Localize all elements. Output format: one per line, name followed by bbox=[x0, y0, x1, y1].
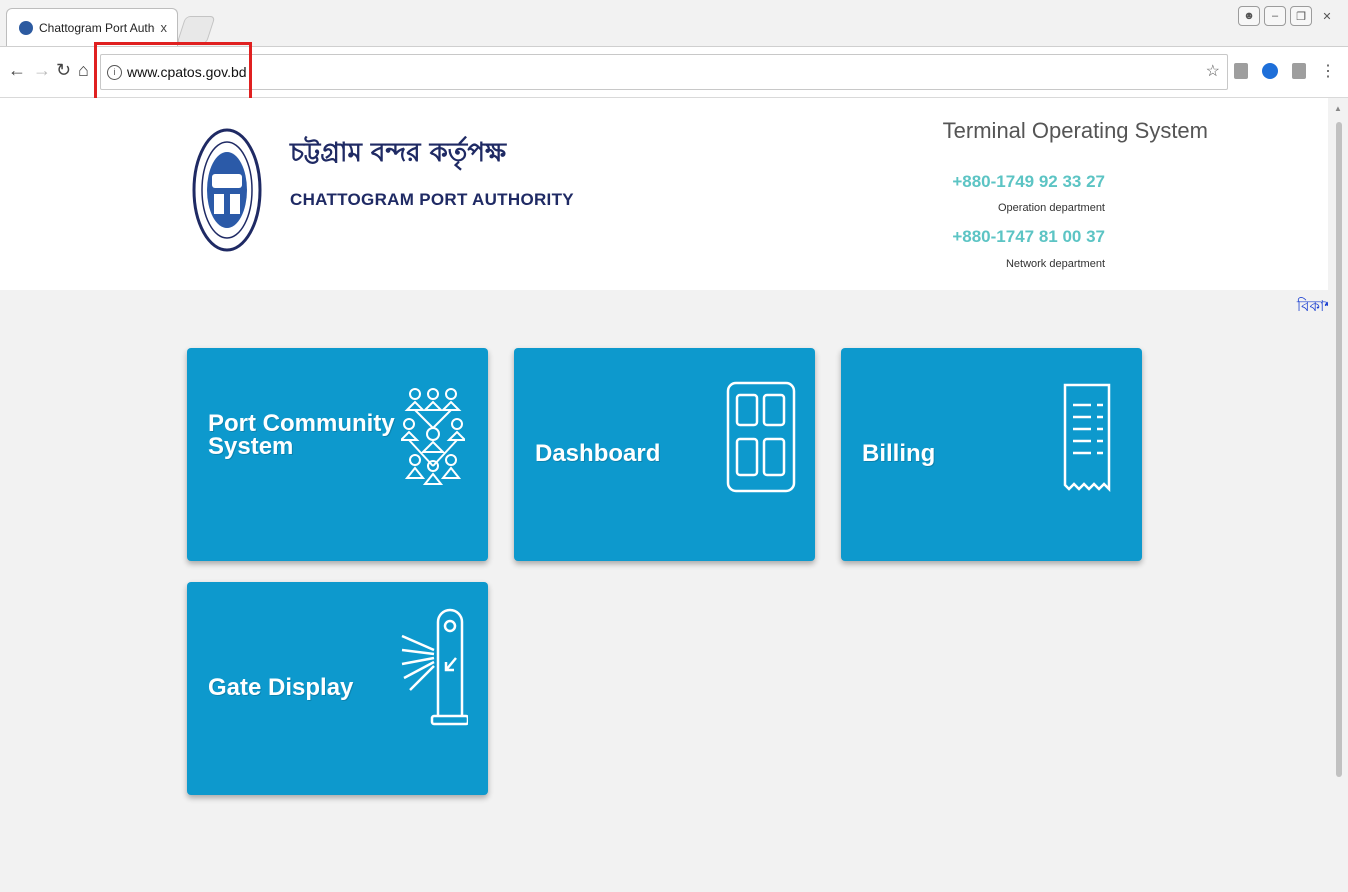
dashboard-icon bbox=[726, 381, 796, 493]
receipt-icon bbox=[1063, 383, 1111, 493]
gate-barrier-icon bbox=[401, 608, 468, 726]
browser-titlebar: Chattogram Port Authority x ☻ – ❐ ✕ bbox=[0, 0, 1348, 47]
people-network-icon bbox=[401, 388, 465, 485]
forward-arrow-icon[interactable]: → bbox=[33, 59, 51, 81]
favicon-icon bbox=[19, 20, 33, 35]
extension-icon[interactable] bbox=[1234, 63, 1248, 79]
cpa-logo[interactable] bbox=[192, 128, 262, 252]
extension-q-icon[interactable] bbox=[1262, 63, 1278, 79]
menu-icon[interactable]: ⋮ bbox=[1320, 61, 1336, 81]
phone-network[interactable]: +880-1747 81 00 37 bbox=[952, 227, 1105, 247]
extension-icon[interactable] bbox=[1292, 63, 1306, 79]
org-name-bangla: চট্টগ্রাম বন্দর কর্তৃপক্ষ bbox=[290, 138, 507, 168]
site-header: চট্টগ্রাম বন্দর কর্তৃপক্ষ CHATTOGRAM POR… bbox=[0, 98, 1328, 290]
tile-gate-display[interactable]: Gate Display bbox=[187, 582, 488, 795]
minimize-button[interactable]: – bbox=[1264, 6, 1286, 26]
tab-close-button[interactable]: x bbox=[161, 20, 168, 35]
tile-label: Dashboard bbox=[535, 440, 661, 467]
tile-label: Port Community System bbox=[208, 410, 395, 460]
bookmark-star-icon[interactable]: ☆ bbox=[1206, 61, 1220, 81]
restore-button[interactable]: ❐ bbox=[1290, 6, 1312, 26]
home-icon[interactable]: ⌂ bbox=[78, 59, 89, 81]
org-name-english: CHATTOGRAM PORT AUTHORITY bbox=[290, 190, 574, 209]
scrollbar-thumb[interactable] bbox=[1336, 122, 1342, 777]
browser-tab[interactable]: Chattogram Port Authority x bbox=[6, 8, 178, 46]
close-window-button[interactable]: ✕ bbox=[1316, 6, 1338, 26]
department-operation: Operation department bbox=[997, 202, 1105, 214]
tile-dashboard[interactable]: Dashboard bbox=[514, 348, 815, 561]
tile-label: Gate Display bbox=[208, 674, 354, 701]
scroll-up-icon[interactable]: ▲ bbox=[1334, 104, 1342, 113]
tile-billing[interactable]: Billing bbox=[841, 348, 1142, 561]
department-network: Network department bbox=[1005, 258, 1105, 270]
profile-icon[interactable]: ☻ bbox=[1238, 6, 1260, 26]
new-tab-button[interactable] bbox=[176, 16, 216, 44]
system-title: Terminal Operating System bbox=[942, 118, 1208, 143]
address-bar[interactable]: i www.cpatos.gov.bd bbox=[100, 54, 1228, 90]
window-controls: ☻ – ❐ ✕ bbox=[1238, 6, 1338, 26]
phone-operation[interactable]: +880-1749 92 33 27 bbox=[952, 172, 1105, 192]
reload-icon[interactable]: ↻ bbox=[56, 59, 71, 81]
tile-label: Billing bbox=[862, 440, 936, 467]
tab-title: Chattogram Port Authority bbox=[39, 20, 155, 35]
toolbar-icons: ☆ ⋮ bbox=[1206, 61, 1336, 81]
tile-port-community-system[interactable]: Port Community System bbox=[187, 348, 488, 561]
back-arrow-icon[interactable]: ← bbox=[8, 59, 26, 81]
page-scrollbar[interactable]: ▲ bbox=[1328, 98, 1348, 892]
